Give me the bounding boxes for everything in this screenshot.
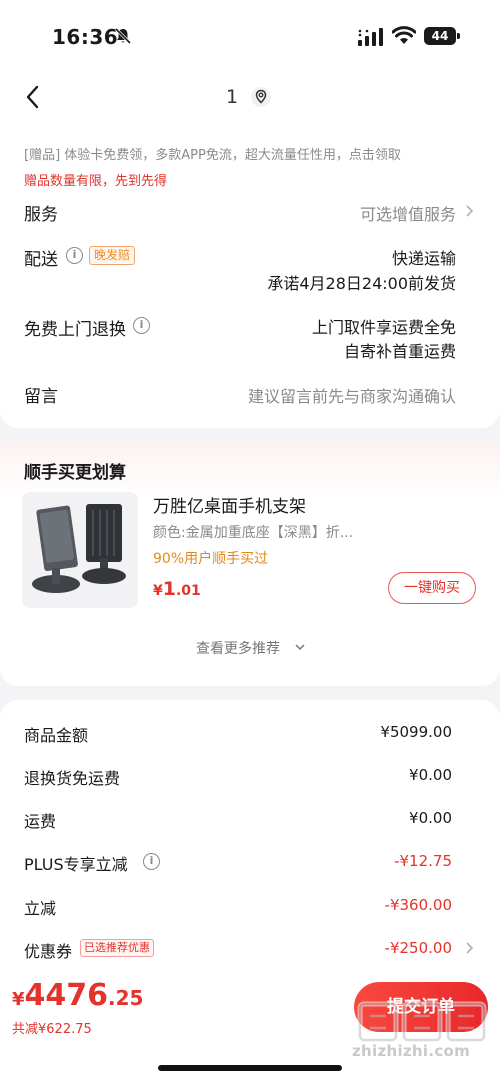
product-image[interactable] bbox=[22, 492, 138, 608]
delivery-label: 配送 bbox=[24, 250, 58, 270]
order-options-card: [赠品] 体验卡免费领，多款APP免流，超大流量任性用，点击领取 赠品数量有限，… bbox=[0, 122, 500, 428]
one-click-buy-button[interactable]: 一键购买 bbox=[388, 572, 476, 604]
service-label: 服务 bbox=[24, 205, 58, 225]
coupon-label[interactable]: 优惠券 bbox=[24, 938, 72, 962]
summary-value: -¥12.75 bbox=[394, 852, 452, 870]
price-decimal: .01 bbox=[175, 583, 201, 599]
recommended-product-price: ¥1.01 bbox=[153, 578, 201, 600]
wifi-icon bbox=[392, 26, 416, 44]
total-price: ¥4476.25 bbox=[12, 978, 143, 1013]
nav-bar: 1 bbox=[0, 72, 500, 123]
delivery-promise: 承诺4月28日24:00前发货 bbox=[267, 274, 456, 293]
recommendation-card: 顺手买更划算 万胜亿桌面手机支架 颜色:金属加重底座【深黑】折... 90%用户… bbox=[0, 440, 500, 686]
total-decimal: .25 bbox=[108, 986, 144, 1010]
watermark-text: zhizhizhi.com bbox=[352, 1042, 471, 1060]
service-value[interactable]: 可选增值服务 bbox=[360, 201, 456, 225]
battery-indicator: 44 bbox=[424, 27, 460, 45]
price-currency: ¥ bbox=[153, 583, 163, 599]
summary-label: 运费 bbox=[24, 812, 57, 831]
more-recommendations-link[interactable]: 查看更多推荐 bbox=[196, 638, 280, 658]
late-delivery-tag: 晚发赔 bbox=[89, 246, 136, 265]
location-pin-icon[interactable] bbox=[250, 86, 272, 108]
summary-label: 商品金额 bbox=[24, 726, 89, 745]
coupon-value[interactable]: -¥250.00 bbox=[385, 939, 452, 957]
delivery-method[interactable]: 快递运输 bbox=[392, 245, 456, 269]
summary-label: 退换货免运费 bbox=[24, 769, 121, 788]
info-icon[interactable]: i bbox=[133, 317, 150, 334]
home-indicator[interactable] bbox=[158, 1065, 342, 1071]
pickup-line-1: 上门取件享运费全免 bbox=[311, 318, 456, 337]
recommended-coupon-tag: 已选推荐优惠 bbox=[80, 939, 154, 957]
back-arrow-icon[interactable] bbox=[22, 82, 46, 112]
summary-value: ¥5099.00 bbox=[380, 723, 452, 741]
free-pickup-label: 免费上门退换 bbox=[24, 320, 126, 340]
message-input[interactable]: 建议留言前先与商家沟通确认 bbox=[248, 383, 456, 407]
recommendation-title: 顺手买更划算 bbox=[24, 463, 126, 483]
address-count[interactable]: 1 bbox=[226, 86, 238, 108]
status-time: 16:36 bbox=[52, 25, 119, 49]
total-currency: ¥ bbox=[12, 989, 25, 1010]
summary-label: 立减 bbox=[24, 899, 57, 918]
bell-muted-icon bbox=[114, 27, 132, 45]
summary-value: -¥360.00 bbox=[384, 896, 452, 914]
gift-limit-notice: 赠品数量有限，先到先得 bbox=[24, 174, 168, 189]
summary-label: PLUS专享立减 bbox=[24, 855, 128, 874]
info-icon[interactable]: i bbox=[66, 247, 83, 264]
gift-promo-text[interactable]: [赠品] 体验卡免费领，多款APP免流，超大流量任性用，点击领取 bbox=[24, 144, 401, 163]
submit-order-button[interactable]: 提交订单 bbox=[354, 982, 488, 1032]
message-label: 留言 bbox=[24, 387, 58, 407]
purchase-stat: 90%用户顺手买过 bbox=[153, 551, 269, 567]
summary-value: ¥0.00 bbox=[409, 766, 452, 784]
status-bar: 16:36 44 bbox=[0, 0, 500, 72]
summary-value: ¥0.00 bbox=[409, 809, 452, 827]
chevron-down-icon[interactable] bbox=[294, 643, 306, 651]
chevron-right-icon[interactable] bbox=[464, 941, 474, 955]
signal-icon bbox=[358, 28, 383, 46]
total-saved[interactable]: 共减¥622.75 bbox=[12, 1018, 92, 1037]
recommended-product-spec[interactable]: 颜色:金属加重底座【深黑】折... bbox=[153, 522, 353, 542]
pickup-line-2: 自寄补首重运费 bbox=[343, 342, 456, 361]
chevron-right-icon[interactable] bbox=[464, 204, 474, 218]
phone-stand-illustration bbox=[32, 504, 126, 593]
price-integer: 1 bbox=[162, 578, 176, 600]
total-integer: 4476 bbox=[24, 978, 109, 1013]
info-icon[interactable]: i bbox=[143, 853, 160, 870]
recommended-product-name[interactable]: 万胜亿桌面手机支架 bbox=[153, 492, 306, 517]
